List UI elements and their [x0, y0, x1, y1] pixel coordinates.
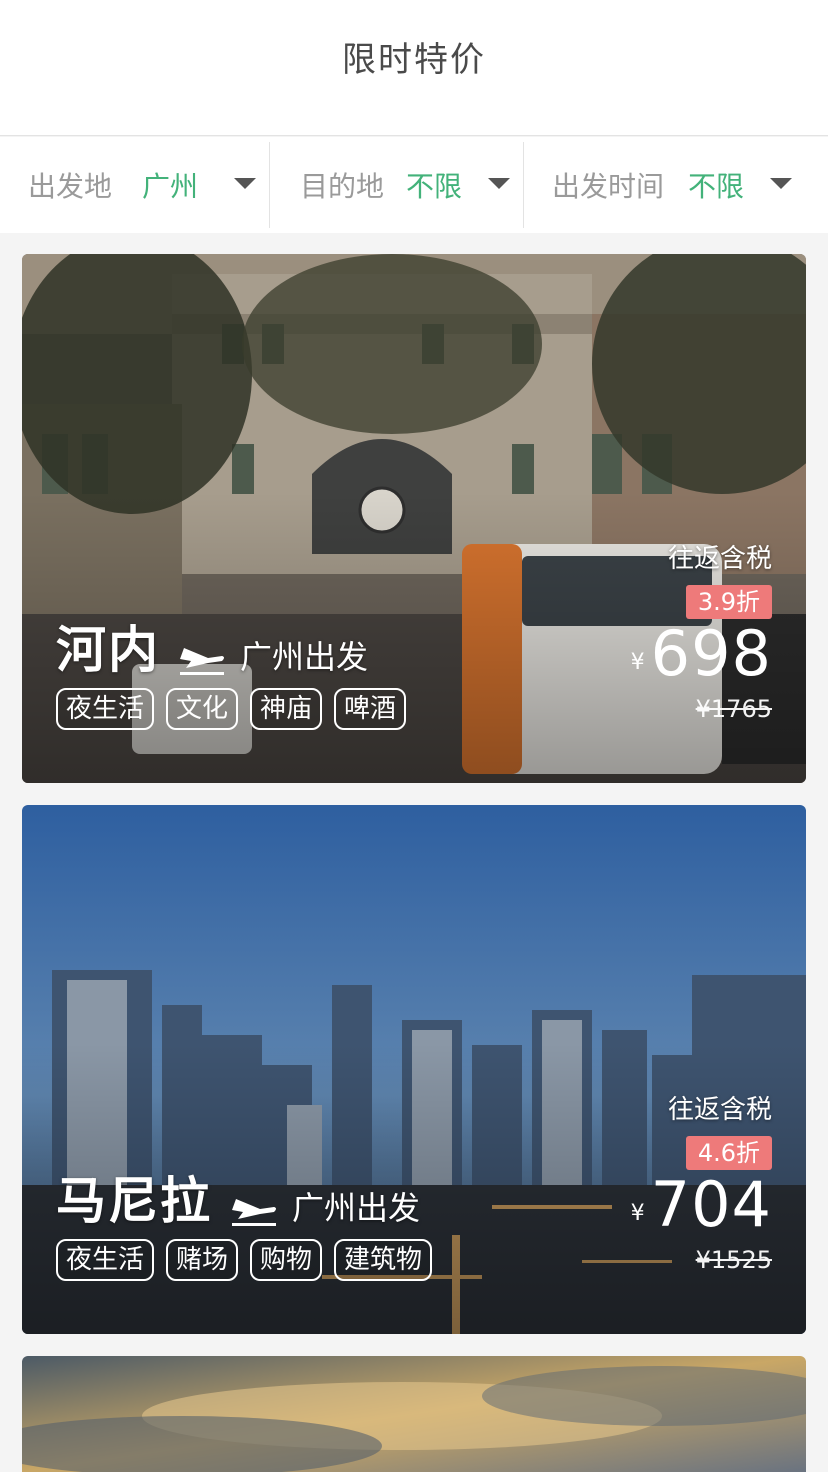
- destination-name: 河内: [56, 621, 160, 679]
- sale-price: 698: [650, 617, 772, 690]
- destination-name: 马尼拉: [56, 1172, 212, 1230]
- original-price: ¥1765: [695, 695, 772, 723]
- filter-departure-label: 出发地: [28, 170, 113, 203]
- caret-down-icon: [234, 178, 256, 189]
- deal-card-manila[interactable]: 马尼拉 广州出发 夜生活 赌场 购物 建筑物 往返含税 4.6折 ¥704 ¥1…: [22, 805, 806, 1334]
- price-row: ¥698: [572, 623, 772, 685]
- deal-card-3[interactable]: [22, 1356, 806, 1472]
- tag: 啤酒: [334, 688, 407, 730]
- destination-photo: [22, 1356, 806, 1472]
- tag: 赌场: [166, 1239, 239, 1281]
- caret-down-icon: [488, 178, 510, 189]
- tag: 文化: [166, 688, 239, 730]
- plane-icon: [180, 648, 224, 675]
- sale-price: 704: [650, 1168, 772, 1241]
- tag: 购物: [250, 1239, 323, 1281]
- filter-departure[interactable]: 出发地 广州: [0, 137, 269, 233]
- discount-badge: 3.9折: [685, 585, 772, 619]
- filter-destination[interactable]: 目的地 不限: [270, 137, 523, 233]
- deal-card-hanoi[interactable]: 河内 广州出发 夜生活 文化 神庙 啤酒 往返含税 3.9折 ¥698 ¥176…: [22, 254, 806, 783]
- tag: 夜生活: [56, 1239, 155, 1281]
- original-price: ¥1525: [695, 1246, 772, 1274]
- currency-symbol: ¥: [630, 650, 645, 675]
- roundtrip-note: 往返含税: [667, 544, 772, 574]
- tag: 神庙: [250, 688, 323, 730]
- filter-destination-label: 目的地: [300, 170, 385, 203]
- caret-down-icon: [770, 178, 792, 189]
- filter-destination-value: 不限: [406, 170, 463, 203]
- filter-date-label: 出发时间: [552, 170, 665, 203]
- departure-city: 广州出发: [240, 638, 369, 676]
- filter-date-value: 不限: [688, 170, 745, 203]
- filter-bar: 出发地 广州 目的地 不限 出发时间 不限: [0, 137, 828, 233]
- price-box: 往返含税 4.6折 ¥704 ¥1525: [572, 1089, 772, 1274]
- destination-row: 马尼拉 广州出发: [56, 1161, 420, 1233]
- plane-icon: [232, 1199, 276, 1226]
- filter-departure-value: 广州: [142, 170, 199, 203]
- destination-row: 河内 广州出发: [56, 610, 368, 682]
- tag-list: 夜生活 文化 神庙 啤酒: [56, 688, 418, 730]
- page-title: 限时特价: [342, 40, 486, 80]
- discount-badge: 4.6折: [685, 1136, 772, 1170]
- price-box: 往返含税 3.9折 ¥698 ¥1765: [572, 538, 772, 723]
- tag-list: 夜生活 赌场 购物 建筑物: [56, 1239, 444, 1281]
- top-bar: 限时特价: [0, 0, 828, 136]
- price-row: ¥704: [572, 1174, 772, 1236]
- currency-symbol: ¥: [630, 1201, 645, 1226]
- tag: 建筑物: [334, 1239, 433, 1281]
- departure-city: 广州出发: [292, 1189, 421, 1227]
- filter-date[interactable]: 出发时间 不限: [524, 137, 828, 233]
- tag: 夜生活: [56, 688, 155, 730]
- roundtrip-note: 往返含税: [667, 1095, 772, 1125]
